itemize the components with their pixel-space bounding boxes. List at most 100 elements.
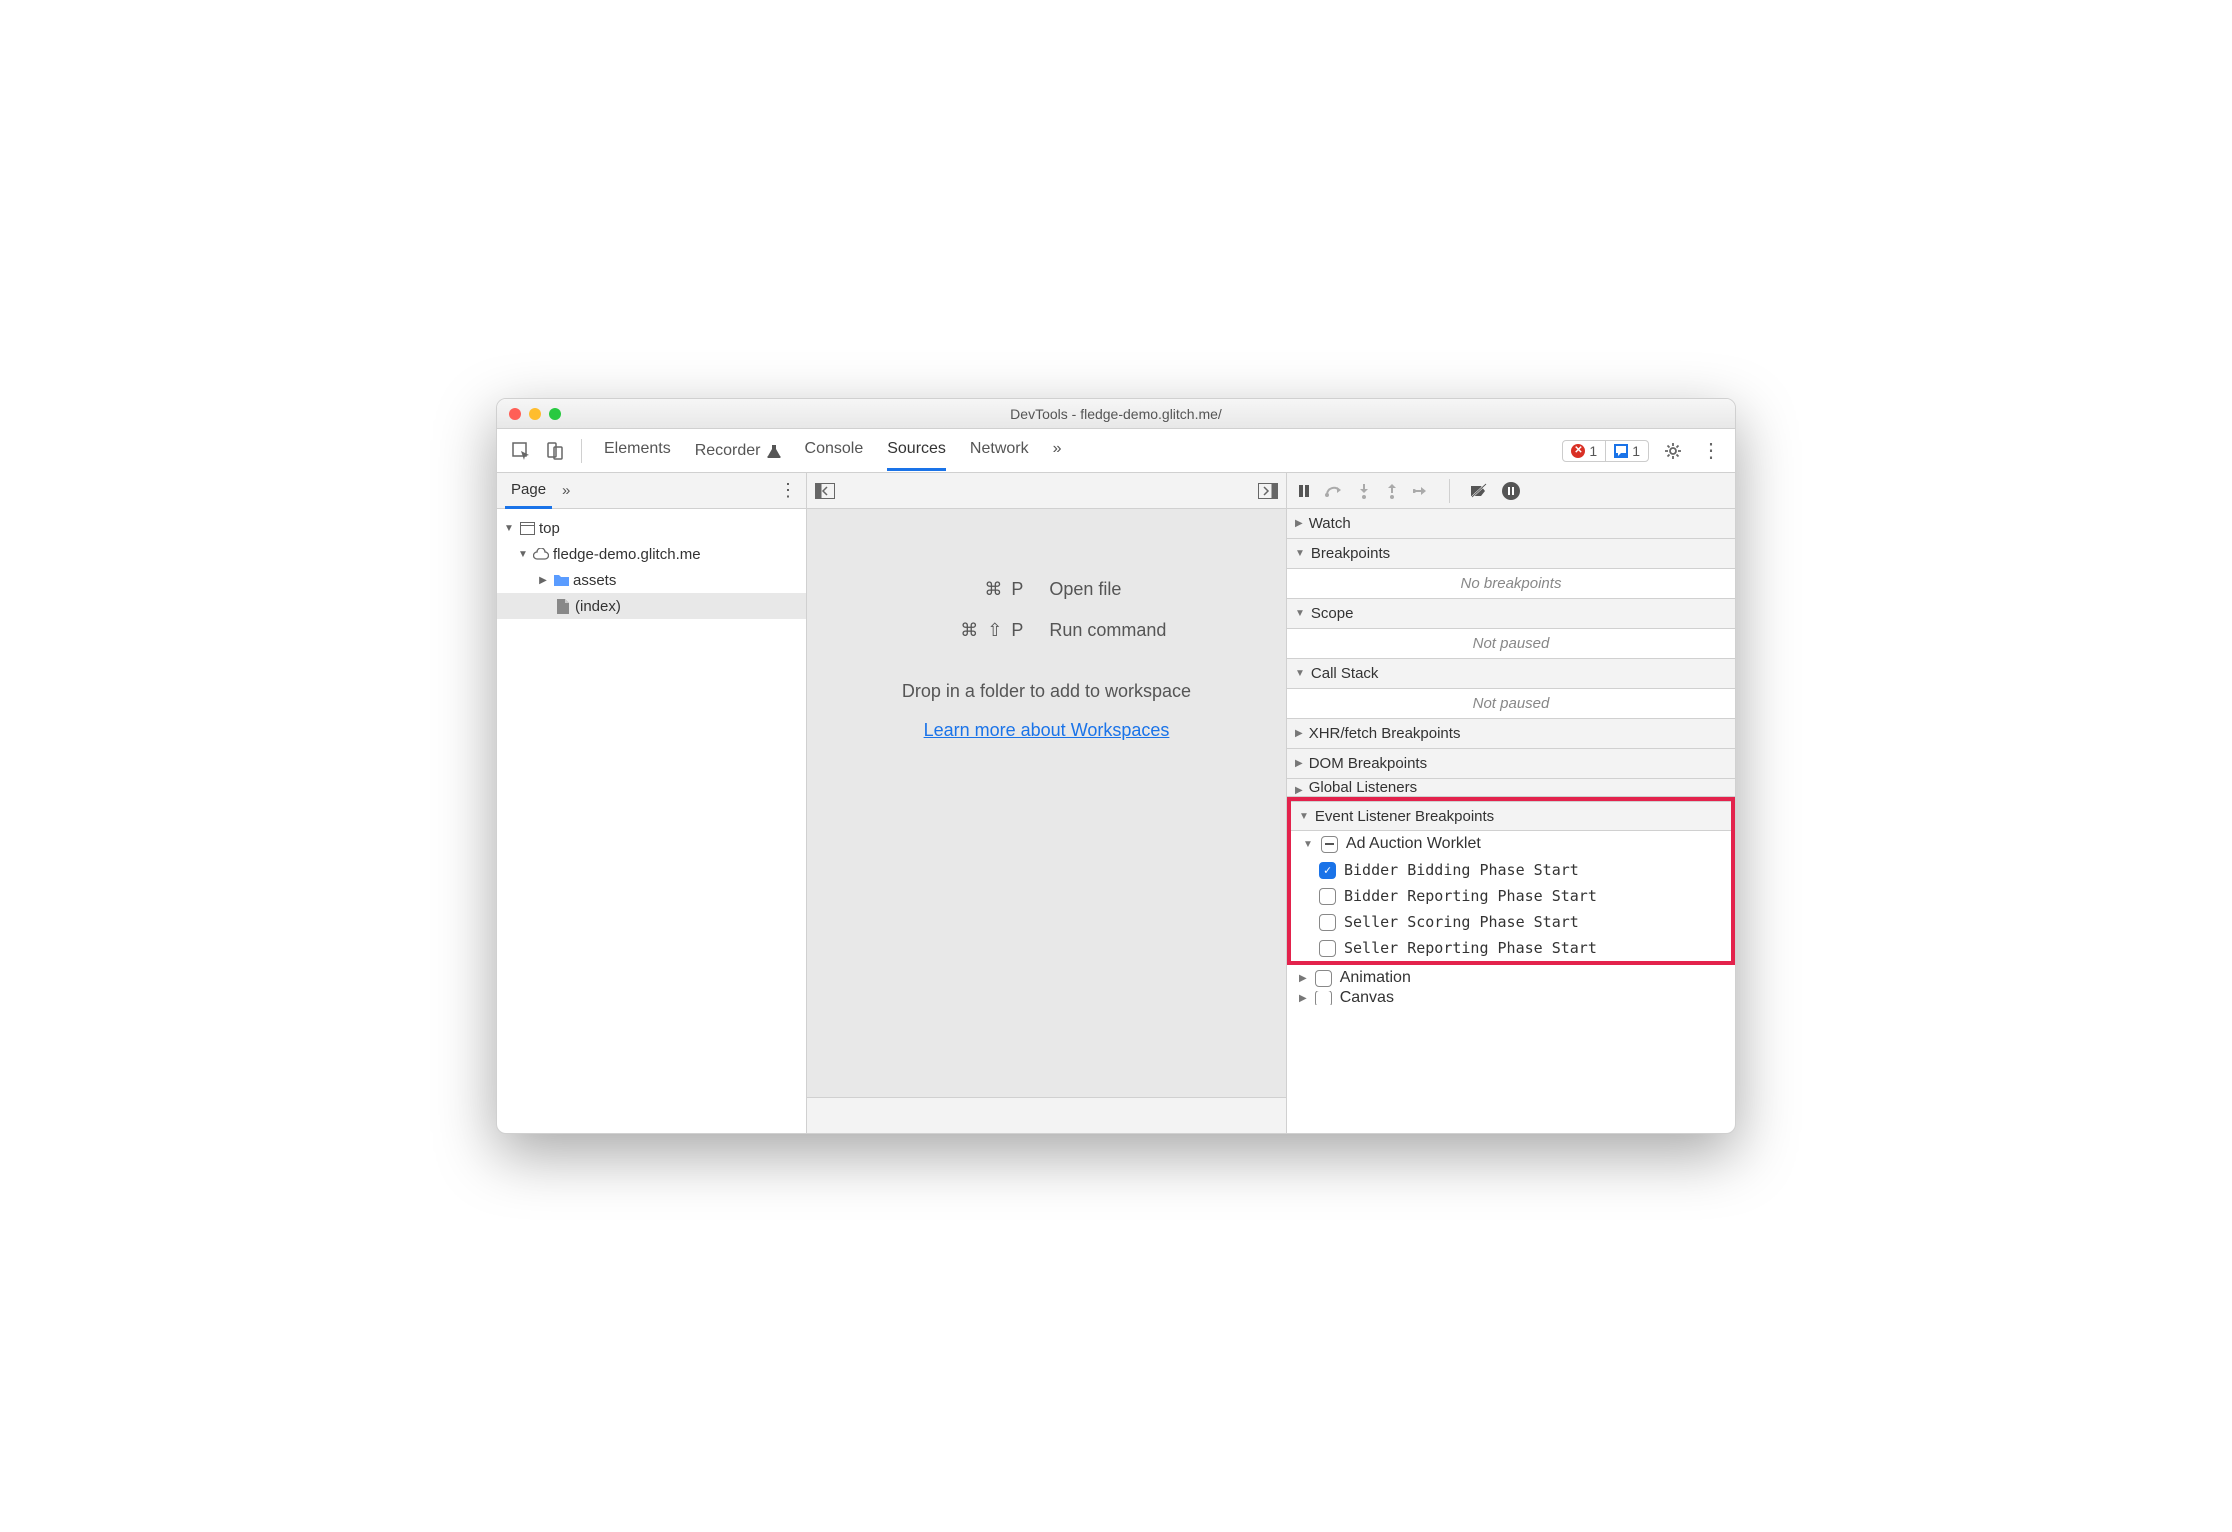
tree-folder-assets[interactable]: assets bbox=[497, 567, 806, 593]
debugger-pane: ▶ Watch ▼ Breakpoints No breakpoints ▼ S… bbox=[1287, 473, 1735, 1133]
file-tree: top fledge-demo.glitch.me assets bbox=[497, 509, 806, 1133]
pause-icon[interactable] bbox=[1297, 484, 1311, 498]
chevron-down-icon bbox=[517, 549, 529, 560]
scope-empty: Not paused bbox=[1287, 629, 1735, 659]
checkbox-unchecked[interactable] bbox=[1315, 991, 1332, 1005]
tree-file-index[interactable]: (index) bbox=[497, 593, 806, 619]
breakpoints-empty: No breakpoints bbox=[1287, 569, 1735, 599]
navigator-tab-page[interactable]: Page bbox=[505, 473, 552, 509]
event-seller-reporting[interactable]: Seller Reporting Phase Start bbox=[1291, 935, 1731, 961]
cloud-icon bbox=[533, 546, 549, 562]
tree-top-frame[interactable]: top bbox=[497, 515, 806, 541]
tree-origin[interactable]: fledge-demo.glitch.me bbox=[497, 541, 806, 567]
chevron-right-icon: ▶ bbox=[1295, 758, 1303, 769]
chevron-down-icon bbox=[503, 523, 515, 534]
chevron-down-icon: ▼ bbox=[1295, 608, 1305, 619]
section-scope[interactable]: ▼ Scope bbox=[1287, 599, 1735, 629]
chevron-right-icon: ▶ bbox=[1295, 785, 1303, 796]
checkbox-partial[interactable] bbox=[1321, 836, 1338, 853]
flask-icon bbox=[767, 444, 781, 458]
shortcut-open-file-label: Open file bbox=[1049, 579, 1286, 600]
inspect-icon[interactable] bbox=[507, 437, 535, 465]
section-watch[interactable]: ▶ Watch bbox=[1287, 509, 1735, 539]
minimize-icon[interactable] bbox=[529, 408, 541, 420]
editor-pane: ⌘ P Open file ⌘ ⇧ P Run command Drop in … bbox=[807, 473, 1287, 1133]
step-icon[interactable] bbox=[1413, 485, 1429, 497]
chevron-down-icon: ▼ bbox=[1303, 839, 1313, 850]
step-out-icon[interactable] bbox=[1385, 483, 1399, 499]
tab-network[interactable]: Network bbox=[970, 430, 1029, 471]
chevron-right-icon: ▶ bbox=[1299, 973, 1307, 984]
tabs-overflow-icon[interactable]: » bbox=[1053, 430, 1062, 471]
checkbox-unchecked[interactable] bbox=[1315, 970, 1332, 987]
chevron-right-icon: ▶ bbox=[1295, 728, 1303, 739]
chevron-right-icon: ▶ bbox=[1299, 993, 1307, 1004]
chevron-right-icon: ▶ bbox=[1295, 518, 1303, 529]
tab-elements[interactable]: Elements bbox=[604, 430, 671, 471]
error-badge[interactable]: ✕ 1 bbox=[1563, 441, 1605, 461]
navigator-menu-icon[interactable]: ⋮ bbox=[779, 480, 798, 501]
message-icon bbox=[1614, 444, 1628, 458]
checkbox-checked[interactable] bbox=[1319, 862, 1336, 879]
traffic-lights bbox=[509, 408, 561, 420]
close-icon[interactable] bbox=[509, 408, 521, 420]
section-dom-breakpoints[interactable]: ▶ DOM Breakpoints bbox=[1287, 749, 1735, 779]
workspace-learn-more-link[interactable]: Learn more about Workspaces bbox=[924, 720, 1170, 741]
debugger-toolbar bbox=[1287, 473, 1735, 509]
tab-console[interactable]: Console bbox=[805, 430, 864, 471]
titlebar: DevTools - fledge-demo.glitch.me/ bbox=[497, 399, 1735, 429]
editor-placeholder: ⌘ P Open file ⌘ ⇧ P Run command Drop in … bbox=[807, 509, 1286, 1097]
checkbox-unchecked[interactable] bbox=[1319, 914, 1336, 931]
device-toggle-icon[interactable] bbox=[541, 437, 569, 465]
pause-on-exceptions-icon[interactable] bbox=[1502, 482, 1520, 500]
file-icon bbox=[555, 598, 571, 614]
tab-recorder[interactable]: Recorder bbox=[695, 430, 781, 471]
shortcut-run-command-label: Run command bbox=[1049, 620, 1286, 641]
event-bidder-reporting[interactable]: Bidder Reporting Phase Start bbox=[1291, 883, 1731, 909]
highlight-annotation: ▼ Event Listener Breakpoints ▼ Ad Auctio… bbox=[1287, 797, 1735, 965]
maximize-icon[interactable] bbox=[549, 408, 561, 420]
event-group-ad-auction[interactable]: ▼ Ad Auction Worklet bbox=[1291, 831, 1731, 857]
navigator-tabs: Page » ⋮ bbox=[497, 473, 806, 509]
event-group-animation[interactable]: ▶ Animation bbox=[1287, 965, 1735, 991]
status-badges[interactable]: ✕ 1 1 bbox=[1562, 440, 1649, 462]
panel-tabs: Elements Recorder Console Sources Networ… bbox=[604, 430, 1556, 471]
event-group-canvas[interactable]: ▶ Canvas bbox=[1287, 991, 1735, 1005]
chevron-down-icon: ▼ bbox=[1295, 548, 1305, 559]
toggle-navigator-icon[interactable] bbox=[815, 483, 835, 499]
section-xhr-breakpoints[interactable]: ▶ XHR/fetch Breakpoints bbox=[1287, 719, 1735, 749]
deactivate-breakpoints-icon[interactable] bbox=[1470, 483, 1488, 499]
callstack-empty: Not paused bbox=[1287, 689, 1735, 719]
devtools-window: DevTools - fledge-demo.glitch.me/ Elemen… bbox=[496, 398, 1736, 1134]
kebab-menu-icon[interactable]: ⋮ bbox=[1697, 437, 1725, 465]
frame-icon bbox=[519, 520, 535, 536]
window-title: DevTools - fledge-demo.glitch.me/ bbox=[497, 406, 1735, 422]
step-into-icon[interactable] bbox=[1357, 483, 1371, 499]
settings-icon[interactable] bbox=[1659, 437, 1687, 465]
event-seller-scoring[interactable]: Seller Scoring Phase Start bbox=[1291, 909, 1731, 935]
section-breakpoints[interactable]: ▼ Breakpoints bbox=[1287, 539, 1735, 569]
navigator-tabs-overflow-icon[interactable]: » bbox=[562, 482, 570, 499]
workspace-drop-hint: Drop in a folder to add to workspace bbox=[902, 681, 1191, 702]
folder-icon bbox=[553, 572, 569, 588]
section-call-stack[interactable]: ▼ Call Stack bbox=[1287, 659, 1735, 689]
chevron-down-icon: ▼ bbox=[1299, 811, 1309, 822]
editor-toolbar bbox=[807, 473, 1286, 509]
shortcut-open-file-keys: ⌘ P bbox=[807, 579, 1025, 600]
editor-footer bbox=[807, 1097, 1286, 1133]
step-over-icon[interactable] bbox=[1325, 484, 1343, 498]
toggle-debugger-icon[interactable] bbox=[1258, 483, 1278, 499]
section-event-listener-breakpoints[interactable]: ▼ Event Listener Breakpoints bbox=[1291, 801, 1731, 831]
error-icon: ✕ bbox=[1571, 444, 1585, 458]
checkbox-unchecked[interactable] bbox=[1319, 888, 1336, 905]
chevron-right-icon bbox=[537, 575, 549, 586]
event-bidder-bidding[interactable]: Bidder Bidding Phase Start bbox=[1291, 857, 1731, 883]
checkbox-unchecked[interactable] bbox=[1319, 940, 1336, 957]
tab-sources[interactable]: Sources bbox=[887, 430, 946, 471]
main-toolbar: Elements Recorder Console Sources Networ… bbox=[497, 429, 1735, 473]
shortcut-run-command-keys: ⌘ ⇧ P bbox=[807, 620, 1025, 641]
navigator-pane: Page » ⋮ top fledge-demo.glitch bbox=[497, 473, 807, 1133]
section-global-listeners[interactable]: ▶ Global Listeners bbox=[1287, 779, 1735, 797]
message-badge[interactable]: 1 bbox=[1605, 441, 1648, 461]
chevron-down-icon: ▼ bbox=[1295, 668, 1305, 679]
